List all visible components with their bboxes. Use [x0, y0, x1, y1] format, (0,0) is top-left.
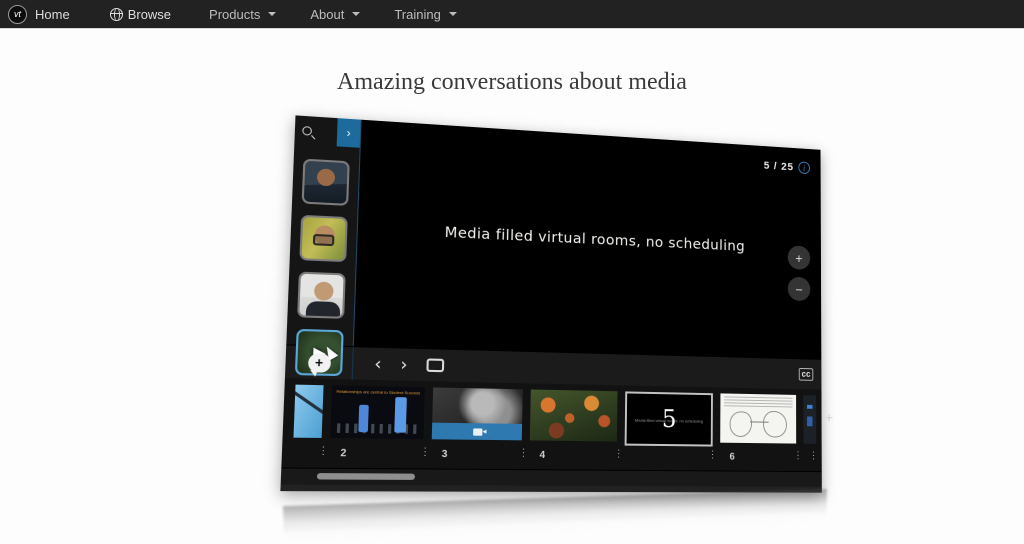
zoom-in-button[interactable]: +: [788, 245, 811, 270]
slide-stage: 5 / 25 i Media filled virtual rooms, no …: [353, 120, 822, 359]
participant-thumb[interactable]: [297, 272, 346, 319]
slide-number: 4: [539, 450, 545, 461]
closed-captions-button[interactable]: cc: [799, 368, 814, 381]
slide-thumb-1[interactable]: ⋮: [293, 385, 323, 438]
zoom-out-button[interactable]: −: [788, 277, 811, 302]
slide-menu-icon[interactable]: ⋮: [614, 450, 624, 460]
slide-menu-icon[interactable]: ⋮: [809, 452, 818, 462]
nav-about[interactable]: About: [296, 0, 374, 29]
search-icon[interactable]: [302, 125, 312, 135]
slide-menu-icon[interactable]: ⋮: [793, 451, 802, 461]
slide-thumb-4[interactable]: ⋮ 4: [530, 389, 618, 441]
nav-home[interactable]: Home: [33, 0, 84, 29]
chevron-down-icon: [449, 12, 457, 16]
slide-menu-icon[interactable]: ⋮: [420, 447, 431, 458]
next-slide-button[interactable]: ›: [400, 348, 408, 381]
comment-sidebar: › ▶: [286, 115, 360, 346]
page-title: Amazing conversations about media: [0, 69, 1024, 96]
slide-thumb-5-current[interactable]: Media filled virtual rooms, no schedulin…: [625, 391, 713, 446]
fullscreen-icon[interactable]: [426, 358, 444, 372]
add-slide-button[interactable]: +: [825, 411, 833, 426]
slide-filmstrip: ⋮ Relationships are central to Student S…: [281, 378, 821, 471]
nav-browse[interactable]: Browse: [96, 0, 185, 29]
chevron-down-icon: [352, 12, 360, 16]
filmstrip-scrollbar: [281, 467, 822, 486]
slide-counter: 5 / 25: [764, 160, 794, 173]
nav-products[interactable]: Products: [195, 0, 290, 29]
slide-2-title: Relationships are central to Student Suc…: [334, 389, 423, 396]
slide-thumb-6[interactable]: ⋮ 6: [720, 393, 796, 443]
slide-number: 6: [730, 452, 735, 463]
chevron-down-icon: [268, 12, 276, 16]
slide-number: 2: [340, 448, 346, 460]
player-screenshot: › ▶ 5 / 25 i Media filled virtua: [280, 115, 821, 492]
voicethread-logo[interactable]: vt: [8, 5, 27, 24]
voicethread-player: › ▶ 5 / 25 i Media filled virtua: [280, 115, 821, 492]
slide-number: 3: [442, 449, 448, 461]
slide-menu-icon[interactable]: ⋮: [518, 449, 528, 459]
participant-thumb[interactable]: [299, 215, 347, 262]
globe-icon: [110, 8, 123, 21]
slide-thumb-partial[interactable]: ⋮: [803, 395, 816, 444]
slide-menu-icon[interactable]: ⋮: [708, 450, 717, 460]
screenshot-reflection: [283, 489, 827, 544]
sidebar-expand-button[interactable]: ›: [337, 118, 361, 148]
participant-thumb[interactable]: [302, 159, 350, 206]
slide-thumb-3[interactable]: ⋮ 3: [432, 387, 523, 440]
info-icon[interactable]: i: [798, 161, 810, 174]
slide-thumb-2[interactable]: Relationships are central to Student Suc…: [330, 385, 425, 439]
slide-menu-icon[interactable]: ⋮: [318, 446, 329, 457]
nav-training[interactable]: Training: [380, 0, 470, 29]
slide-5-label: 5: [662, 405, 677, 433]
add-comment-button[interactable]: +: [307, 353, 330, 372]
top-navbar: vt Home Browse Products About Training: [0, 0, 1024, 29]
scrollbar-thumb[interactable]: [316, 473, 414, 480]
previous-slide-button[interactable]: ‹: [374, 347, 382, 380]
video-camera-icon: [473, 428, 482, 435]
slide-caption: Media filled virtual rooms, no schedulin…: [358, 221, 821, 259]
